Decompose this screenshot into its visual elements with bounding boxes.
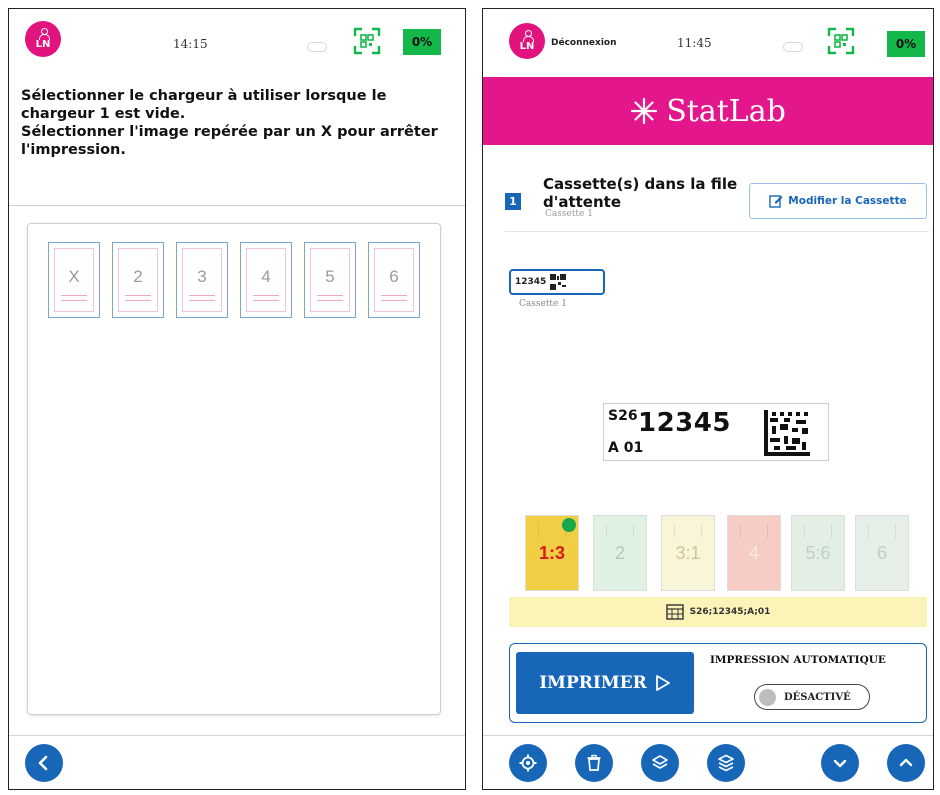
cassette-label: 2: [614, 542, 625, 563]
brand-name: StatLab: [666, 93, 786, 129]
auto-print-label: IMPRESSION AUTOMATIQUE: [710, 654, 886, 666]
status-bar: LN 14:15 0%: [9, 9, 465, 71]
star-logo-icon: [631, 97, 658, 125]
loader-3[interactable]: 3: [176, 242, 228, 318]
queue-header: 1 Cassette(s) dans la file d'attente Cas…: [505, 171, 929, 229]
logout-link[interactable]: Déconnexion: [551, 38, 617, 48]
cassette-option[interactable]: 1:3: [525, 515, 579, 591]
clock: 11:45: [677, 36, 712, 50]
print-button[interactable]: IMPRIMER: [516, 652, 694, 714]
layers-icon: [652, 755, 668, 769]
print-panel: IMPRIMER IMPRESSION AUTOMATIQUE DÉSACTIV…: [509, 643, 927, 723]
toggle-label: DÉSACTIVÉ: [784, 691, 851, 703]
queued-cassette[interactable]: 12345: [509, 269, 605, 295]
divider: [9, 205, 465, 206]
qr-scan-icon[interactable]: [827, 27, 855, 55]
edit-icon: [769, 195, 783, 208]
instruction-line: Sélectionner l'image repérée par un X po…: [21, 124, 438, 158]
chevron-down-icon: [833, 759, 847, 768]
cassette-option[interactable]: 2: [593, 515, 647, 591]
instructions: Sélectionner le chargeur à utiliser lors…: [21, 87, 451, 159]
cassette-option[interactable]: 6: [855, 515, 909, 591]
divider: [505, 231, 929, 232]
label-number: 12345: [638, 408, 731, 438]
toggle-knob: [759, 688, 776, 706]
user-icon: [522, 30, 534, 42]
code-strip-text: S26;12345;A;01: [689, 607, 771, 617]
stack-icon: [718, 754, 734, 772]
loader-label: 6: [389, 267, 399, 286]
trash-icon: [587, 754, 601, 771]
cassette-option[interactable]: 5:6: [791, 515, 845, 591]
modify-cassette-button[interactable]: Modifier la Cassette: [749, 183, 927, 219]
bottom-bar: [483, 735, 933, 789]
cassette-option[interactable]: 3:1: [661, 515, 715, 591]
queue-subtitle: Cassette 1: [545, 209, 593, 219]
play-icon: [655, 675, 670, 691]
avatar[interactable]: LN: [25, 21, 61, 57]
modify-cassette-label: Modifier la Cassette: [788, 195, 907, 207]
chevron-left-icon: [38, 755, 48, 771]
avatar-initials: LN: [519, 41, 535, 52]
cassette-label: 3:1: [675, 542, 701, 563]
loader-label: 5: [325, 267, 335, 286]
instruction-line: Sélectionner le chargeur à utiliser lors…: [21, 88, 387, 122]
user-icon: [38, 28, 50, 40]
loader-5[interactable]: 5: [304, 242, 356, 318]
qr-scan-icon[interactable]: [353, 27, 381, 55]
code-strip: S26;12345;A;01: [509, 597, 927, 627]
scroll-down-button[interactable]: [821, 744, 859, 782]
loader-panel: X 2 3 4 5 6: [27, 223, 441, 715]
battery-indicator: 0%: [403, 29, 441, 55]
settings-icon: [519, 754, 537, 772]
loader-label: 4: [261, 267, 271, 286]
bottom-bar: [9, 735, 465, 789]
loader-label: 3: [197, 267, 207, 286]
label-preview: S26 12345 A 01: [603, 403, 829, 461]
settings-button[interactable]: [509, 744, 547, 782]
cloud-icon: [783, 42, 803, 52]
loader-2[interactable]: 2: [112, 242, 164, 318]
avatar[interactable]: LN: [509, 23, 545, 59]
loader-stop-x[interactable]: X: [48, 242, 100, 318]
auto-print-toggle[interactable]: DÉSACTIVÉ: [754, 684, 870, 710]
layers-button[interactable]: [641, 744, 679, 782]
check-icon: [562, 518, 576, 532]
back-button[interactable]: [25, 744, 63, 782]
right-screen: LN Déconnexion 11:45 0% StatLab 1 Casset…: [482, 8, 934, 790]
cassette-label: 4: [748, 542, 759, 563]
avatar-initials: LN: [35, 39, 51, 50]
battery-indicator: 0%: [887, 31, 925, 57]
status-bar: LN Déconnexion 11:45 0%: [483, 9, 933, 71]
label-prefix: S26: [608, 408, 638, 424]
cloud-icon: [307, 42, 327, 52]
cassette-option[interactable]: 4: [727, 515, 781, 591]
loader-label: X: [68, 267, 80, 286]
queue-title: Cassette(s) dans la file d'attente: [543, 175, 738, 211]
cassette-label: 5:6: [805, 542, 831, 563]
stack-button[interactable]: [707, 744, 745, 782]
chevron-up-icon: [899, 758, 913, 767]
scroll-up-button[interactable]: [887, 744, 925, 782]
left-screen: LN 14:15 0% Sélectionner le chargeur à u…: [8, 8, 466, 790]
loader-6[interactable]: 6: [368, 242, 420, 318]
brand-banner: StatLab: [483, 77, 933, 145]
cassette-label: 6: [876, 542, 887, 563]
qr-code-icon: [550, 274, 567, 290]
datamatrix-icon: [764, 410, 810, 456]
loader-4[interactable]: 4: [240, 242, 292, 318]
cassette-label: 1:3: [538, 542, 565, 563]
delete-button[interactable]: [575, 744, 613, 782]
calculator-icon: [665, 604, 684, 620]
label-sub: A 01: [608, 440, 644, 456]
queued-cassette-label: 12345: [515, 277, 547, 287]
queue-count-badge: 1: [505, 193, 521, 210]
queued-cassette-caption: Cassette 1: [519, 299, 567, 309]
loader-label: 2: [133, 267, 143, 286]
print-button-label: IMPRIMER: [539, 673, 647, 693]
clock: 14:15: [173, 37, 208, 51]
